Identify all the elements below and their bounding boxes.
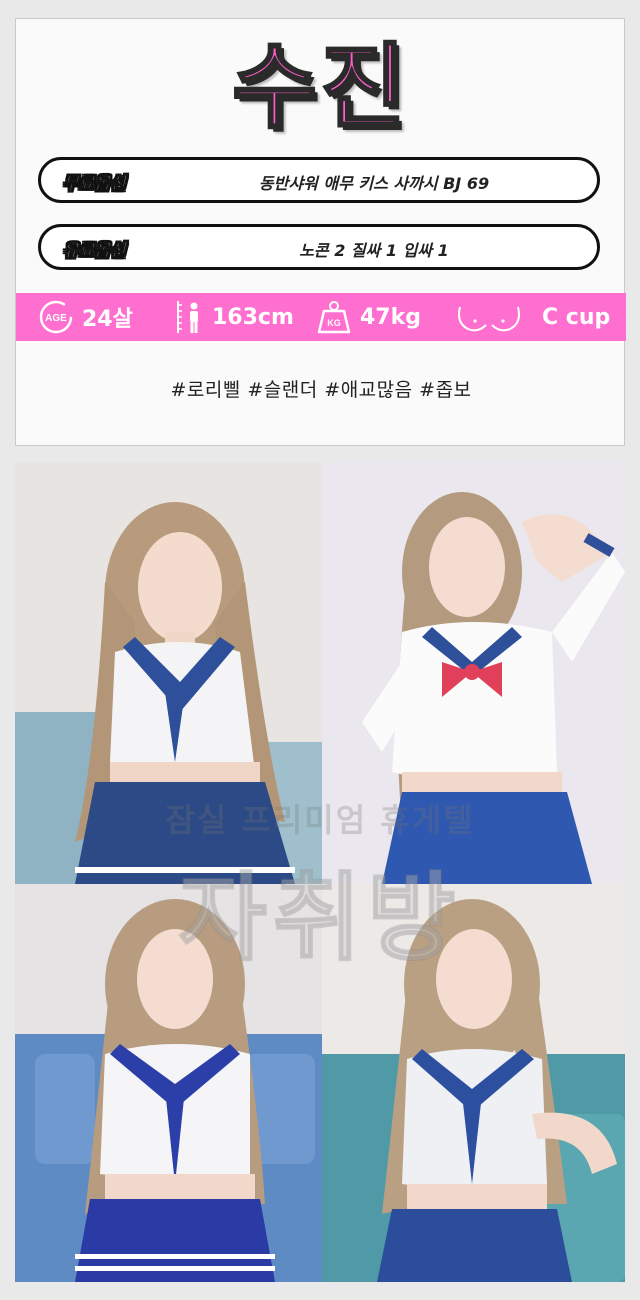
- watermark-line-1: 잠실 프리미엄 휴게텔: [165, 801, 475, 839]
- spec-cup: C cup: [456, 299, 610, 335]
- weight-value: 47kg: [360, 304, 421, 330]
- free-option-label: 무료옵션: [63, 174, 126, 195]
- paid-option-label: 유료옵션: [63, 241, 126, 262]
- free-option-box: 무료옵션 동반샤워 애무 키스 사까시 BJ 69: [38, 157, 600, 203]
- spec-age: AGE 24살: [38, 299, 133, 335]
- paid-option-value: 노콘 2 질싸 1 입싸 1: [299, 241, 449, 260]
- height-icon: [177, 301, 198, 333]
- age-value: 24살: [82, 307, 133, 332]
- specs-bar: AGE 24살 163cm KG 47kg C cup: [16, 293, 626, 341]
- profile-name: 수진: [231, 33, 410, 143]
- spec-weight: KG 47kg: [316, 299, 421, 335]
- profile-card: 수진 무료옵션 동반샤워 애무 키스 사까시 BJ 69 유료옵션 노콘 2 질…: [15, 18, 626, 446]
- free-option-value: 동반샤워 애무 키스 사까시 BJ 69: [258, 174, 490, 193]
- bust-icon: [458, 306, 520, 332]
- spec-height: 163cm: [174, 299, 294, 335]
- cup-value: C cup: [542, 304, 611, 330]
- watermark-line-2: 자취방: [178, 861, 462, 975]
- weight-icon: KG: [317, 301, 351, 334]
- age-icon: AGE: [39, 300, 73, 334]
- paid-option-box: 유료옵션 노콘 2 질싸 1 입싸 1: [38, 224, 600, 270]
- svg-text:KG: KG: [327, 318, 341, 328]
- hashtags: #로리삘 #슬랜더 #애교많음 #좁보: [170, 379, 472, 401]
- height-value: 163cm: [212, 304, 294, 330]
- svg-text:AGE: AGE: [45, 313, 67, 324]
